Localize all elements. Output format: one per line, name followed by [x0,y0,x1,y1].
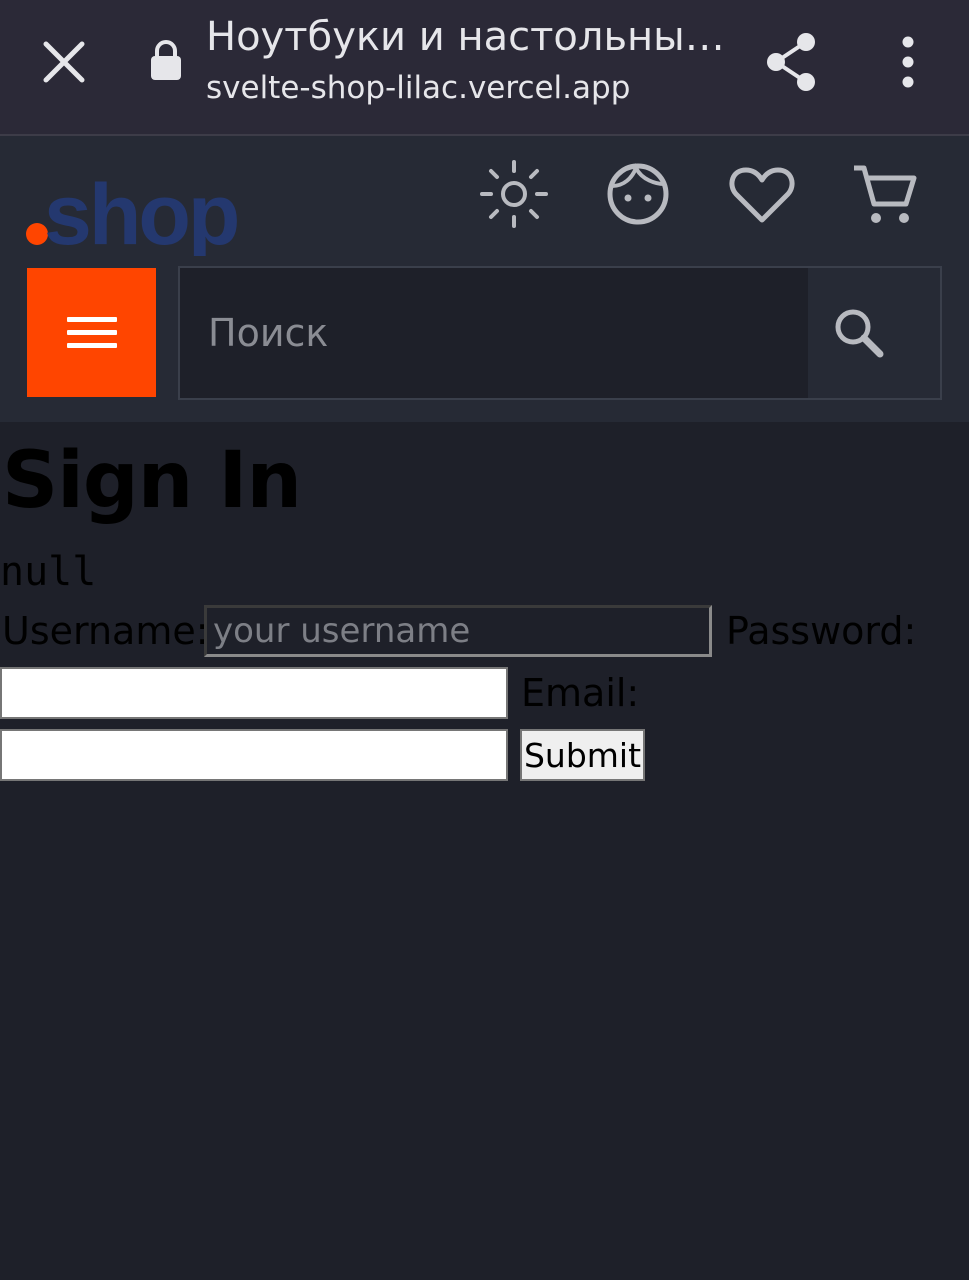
email-label: Email: [521,671,640,715]
browser-toolbar: Ноутбуки и настольны… svelte-shop-lilac.… [0,0,969,136]
url-text[interactable]: svelte-shop-lilac.vercel.app [206,70,630,106]
lock-icon [151,40,181,80]
search-bar [178,266,942,400]
search-icon[interactable] [820,294,900,374]
username-label: Username: [2,609,209,653]
search-input[interactable] [180,268,808,398]
email-field[interactable] [0,729,508,781]
svg-text:shop: shop [44,167,237,256]
share-icon[interactable] [762,30,822,94]
close-icon[interactable] [38,36,90,88]
tab-title: Ноутбуки и настольны… [206,14,725,60]
more-options-icon[interactable] [888,36,928,88]
status-text: null [0,549,97,595]
hamburger-menu-icon [67,317,117,356]
username-field[interactable] [204,605,712,657]
menu-button[interactable] [27,268,156,397]
heart-icon[interactable] [726,158,798,230]
submit-button[interactable]: Submit [520,729,645,781]
cart-icon[interactable] [850,158,922,230]
sun-icon[interactable] [478,158,550,230]
password-field[interactable] [0,667,508,719]
shop-logo[interactable]: shop [20,156,250,256]
password-label: Password: [726,609,917,653]
site-header: shop [0,136,969,422]
page-title: Sign In [2,436,302,526]
face-icon[interactable] [602,158,674,230]
